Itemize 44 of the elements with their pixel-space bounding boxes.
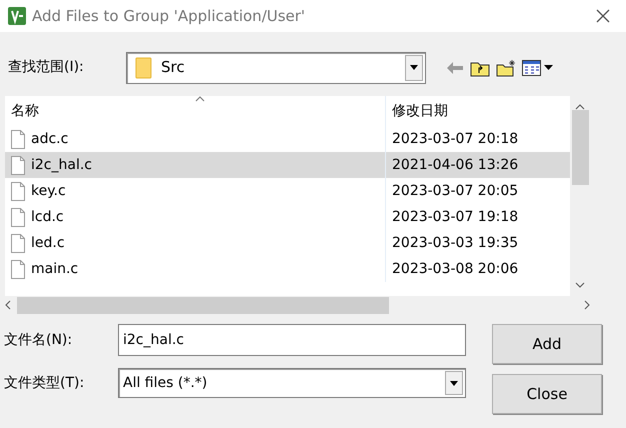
sort-caret-icon [195,96,205,102]
modified-date: 2021-04-06 13:26 [392,156,518,174]
file-icon [11,156,25,174]
column-header[interactable]: 名称 [5,96,385,126]
look-in-dropdown[interactable]: Src [126,52,426,84]
file-name: i2c_hal.c [31,156,92,174]
file-icon [11,130,25,148]
scroll-down-icon[interactable] [575,282,585,288]
modified-date: 2023-03-07 20:18 [392,130,518,148]
scroll-up-icon[interactable] [575,104,585,110]
file-name: lcd.c [31,208,64,226]
new-folder-icon[interactable] [496,58,516,76]
horizontal-scrollbar[interactable] [5,296,590,314]
file-icon [11,208,25,226]
app-icon [8,7,26,25]
file-icon [11,182,25,200]
file-name: led.c [31,234,65,252]
file-type-dropdown[interactable]: All files (*.*) [118,368,466,398]
scroll-left-icon[interactable] [5,300,11,310]
modified-date: 2023-03-07 19:18 [392,208,518,226]
file-icon [11,234,25,252]
file-row[interactable]: lcd.c 2023-03-07 19:18 [5,204,570,230]
file-name: main.c [31,260,78,278]
file-icon [11,260,25,278]
dialog-button[interactable]: Add [492,324,602,364]
file-name: adc.c [31,130,68,148]
file-name-field[interactable]: i2c_hal.c [118,324,466,356]
dialog-button[interactable]: Close [492,374,602,414]
modified-date: 2023-03-08 20:06 [392,260,518,278]
file-row[interactable]: key.c 2023-03-07 20:05 [5,178,570,204]
look-in-label: 查找范围(I): [8,58,85,77]
file-name: key.c [31,182,66,200]
file-type-label: 文件类型(T): [3,374,86,392]
file-row[interactable]: i2c_hal.c 2021-04-06 13:26 [5,152,570,178]
file-row[interactable]: main.c 2023-03-08 20:06 [5,256,570,282]
modified-date: 2023-03-03 19:35 [392,234,518,252]
scroll-right-icon[interactable] [584,300,590,310]
modified-date: 2023-03-07 20:05 [392,182,518,200]
view-menu-icon[interactable] [522,60,554,76]
file-name-label: 文件名(N): [3,330,74,350]
folder-icon [135,56,153,78]
look-in-value: Src [161,57,186,78]
file-row[interactable]: led.c 2023-03-03 19:35 [5,230,570,256]
window-title: Add Files to Group 'Application/User' [32,6,306,27]
